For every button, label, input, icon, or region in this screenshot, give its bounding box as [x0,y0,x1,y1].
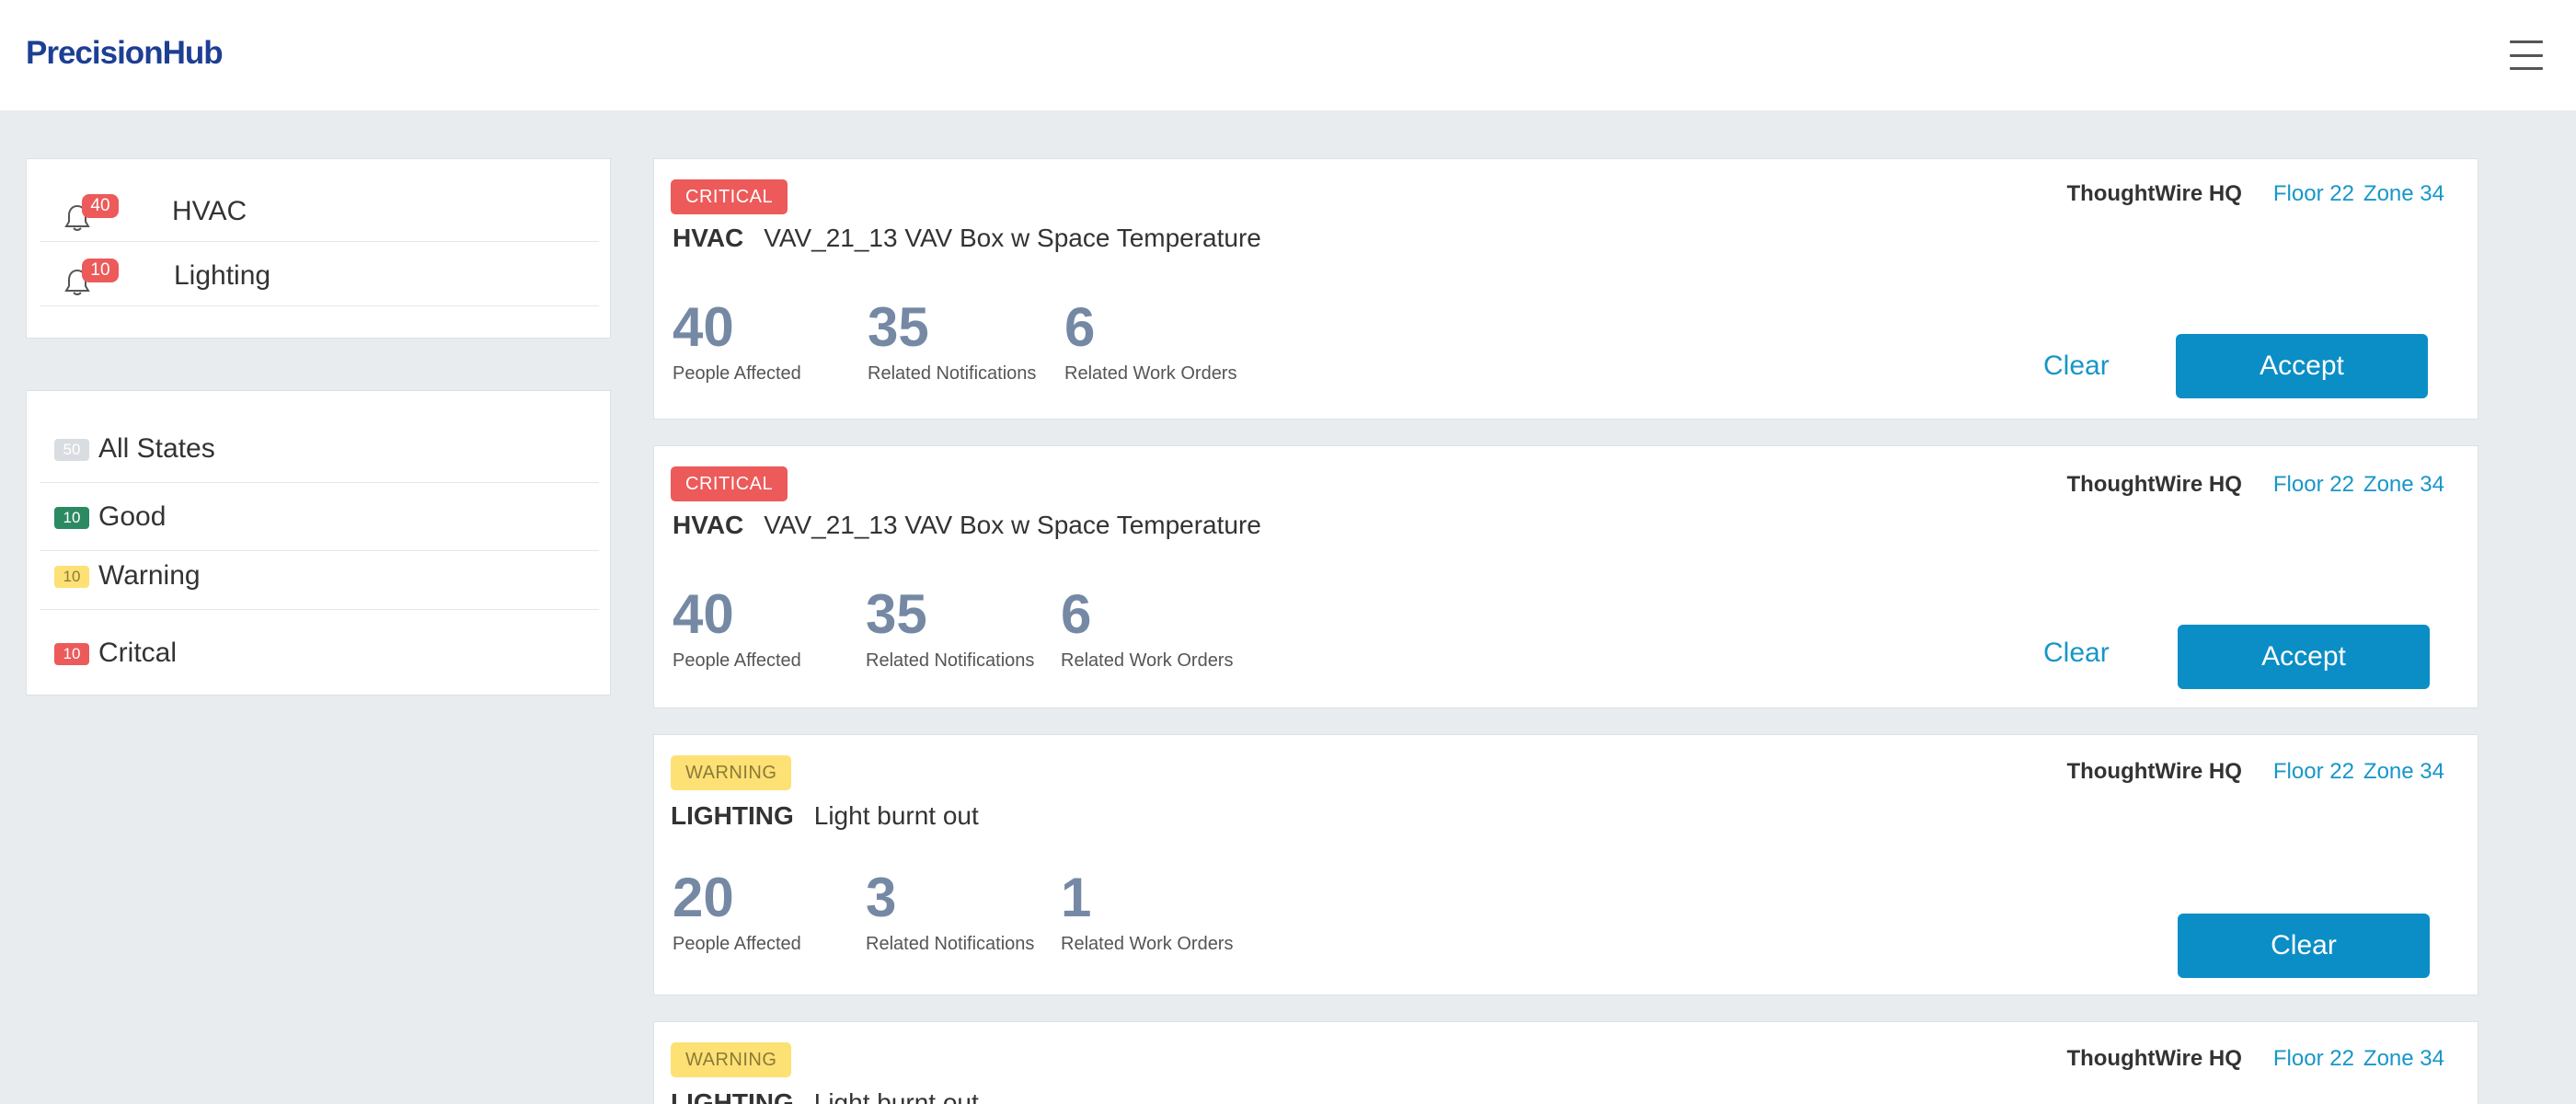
notification-type: HVAC [673,511,744,539]
metric-value: 20 [673,867,734,928]
metric-related-notifications: 3 Related Notifications [866,868,1034,955]
building-name: ThoughtWire HQ [2066,1046,2242,1071]
metric-label: Related Notifications [866,650,1035,671]
state-label: All States [98,433,215,464]
metric-label: People Affected [673,363,801,384]
severity-badge: WARNING [671,755,792,790]
notification-type: HVAC [673,224,744,252]
notification-type: LIGHTING [671,801,794,830]
state-label: Good [98,501,167,532]
metric-label: Related Work Orders [1064,363,1237,384]
location-breadcrumb: ThoughtWire HQ Floor 22 Zone 34 [2066,759,2444,785]
clear-link[interactable]: Clear [2043,638,2110,669]
floor-link[interactable]: Floor 22 [2273,1046,2354,1071]
metric-related-notifications: 35 Related Notifications [866,584,1034,672]
state-count-badge: 10 [54,566,89,588]
notification-card: WARNING ThoughtWire HQ Floor 22 Zone 34 LI… [653,734,2478,995]
zone-link[interactable]: Zone 34 [2363,181,2444,206]
metric-value: 1 [1061,867,1092,928]
state-item-warning[interactable]: 10 Warning [40,542,599,610]
metric-related-work-orders: 6 Related Work Orders [1061,584,1233,672]
severity-badge: CRITICAL [671,466,788,501]
building-name: ThoughtWire HQ [2066,759,2242,784]
notification-card: WARNING ThoughtWire HQ Floor 22 Zone 34 LI… [653,1021,2478,1104]
floor-link[interactable]: Floor 22 [2273,759,2354,784]
notification-title: HVAC VAV_21_13 VAV Box w Space Temperatur… [673,224,1261,253]
notification-description: VAV_21_13 VAV Box w Space Temperature [764,511,1261,539]
metric-label: People Affected [673,934,801,954]
metric-label: Related Work Orders [1061,934,1234,954]
metric-value: 6 [1064,296,1096,358]
category-item-lighting[interactable]: 10 Lighting [40,242,599,306]
category-item-hvac[interactable]: 40 HVAC [40,178,599,242]
clear-button[interactable]: Clear [2178,914,2430,978]
category-label: HVAC [172,196,247,226]
metric-value: 35 [866,583,927,645]
metric-label: Related Work Orders [1061,650,1234,671]
metric-related-notifications: 35 Related Notifications [868,297,1036,385]
notification-title: HVAC VAV_21_13 VAV Box w Space Temperatur… [673,511,1261,540]
building-name: ThoughtWire HQ [2066,472,2242,497]
state-label: Warning [98,560,201,591]
metric-people-affected: 40 People Affected [673,297,801,385]
zone-link[interactable]: Zone 34 [2363,1046,2444,1071]
notification-title: LIGHTING Light burnt out [671,801,979,831]
notification-type: LIGHTING [671,1088,794,1104]
accept-button[interactable]: Accept [2176,334,2428,398]
category-label: Lighting [174,260,271,291]
category-filter-panel: 40 HVAC 10 Lighting [26,158,611,339]
location-breadcrumb: ThoughtWire HQ Floor 22 Zone 34 [2066,472,2444,498]
state-item-critical[interactable]: 10 Critcal [40,619,599,687]
metric-related-work-orders: 6 Related Work Orders [1064,297,1236,385]
metric-label: People Affected [673,650,801,671]
state-item-all[interactable]: 50 All States [40,415,599,483]
floor-link[interactable]: Floor 22 [2273,472,2354,497]
top-bar: PrecisionHub [0,0,2576,110]
metric-label: Related Notifications [866,934,1035,954]
notification-card: CRITICAL ThoughtWire HQ Floor 22 Zone 34 H… [653,445,2478,708]
metric-people-affected: 20 People Affected [673,868,801,955]
floor-link[interactable]: Floor 22 [2273,181,2354,206]
building-name: ThoughtWire HQ [2066,181,2242,206]
state-count-badge: 50 [54,439,89,461]
metric-value: 35 [868,296,929,358]
state-item-good[interactable]: 10 Good [40,483,599,551]
category-count-badge: 10 [82,259,119,282]
location-breadcrumb: ThoughtWire HQ Floor 22 Zone 34 [2066,1046,2444,1072]
metric-label: Related Notifications [868,363,1037,384]
metric-value: 40 [673,583,734,645]
zone-link[interactable]: Zone 34 [2363,759,2444,784]
hamburger-menu-icon[interactable] [2510,40,2543,70]
zone-link[interactable]: Zone 34 [2363,472,2444,497]
notification-card: CRITICAL ThoughtWire HQ Floor 22 Zone 34 H… [653,158,2478,420]
metric-people-affected: 40 People Affected [673,584,801,672]
severity-badge: WARNING [671,1042,792,1077]
clear-link[interactable]: Clear [2043,351,2110,382]
metric-related-work-orders: 1 Related Work Orders [1061,868,1233,955]
metric-value: 6 [1061,583,1092,645]
state-label: Critcal [98,638,178,668]
state-count-badge: 10 [54,507,89,529]
notification-description: Light burnt out [813,1088,979,1104]
severity-badge: CRITICAL [671,179,788,214]
location-breadcrumb: ThoughtWire HQ Floor 22 Zone 34 [2066,181,2444,207]
accept-button[interactable]: Accept [2178,625,2430,689]
app-logo[interactable]: PrecisionHub [26,35,224,72]
category-count-badge: 40 [82,194,119,218]
state-filter-panel: 50 All States 10 Good 10 Warning 10 Crit… [26,390,611,696]
metric-value: 3 [866,867,897,928]
metric-value: 40 [673,296,734,358]
notification-title: LIGHTING Light burnt out [671,1088,979,1104]
state-count-badge: 10 [54,643,89,665]
notification-description: Light burnt out [813,801,979,830]
notification-description: VAV_21_13 VAV Box w Space Temperature [764,224,1261,252]
